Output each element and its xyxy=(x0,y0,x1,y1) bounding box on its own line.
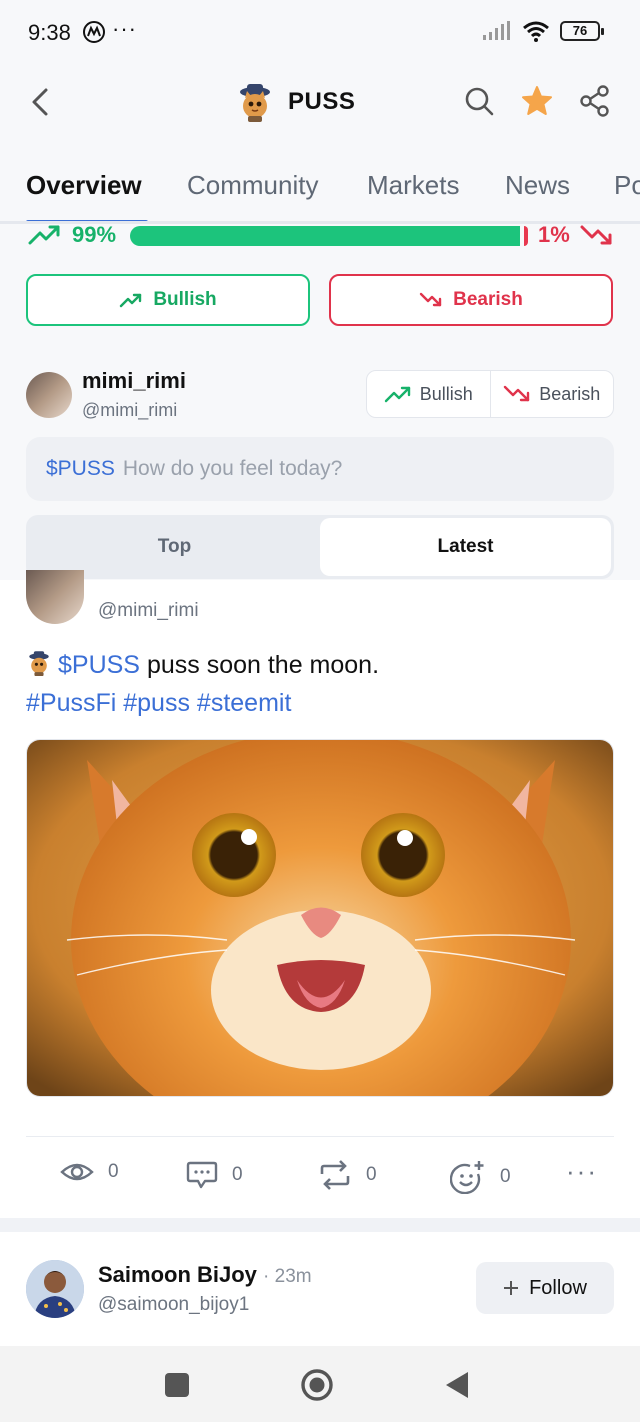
follow-label: Follow xyxy=(529,1276,587,1299)
post-composer-input[interactable]: $PUSS How do you feel today? xyxy=(26,437,614,501)
bearish-bar-fill xyxy=(524,226,528,246)
plus-icon xyxy=(504,1281,519,1295)
post-body: $PUSS puss soon the moon. #PussFi #puss … xyxy=(26,646,379,722)
repost-button[interactable]: 0 xyxy=(318,1160,377,1190)
seg-bullish-label: Bullish xyxy=(419,383,473,404)
recents-square-icon[interactable] xyxy=(160,1368,194,1402)
tab-news[interactable]: News xyxy=(505,170,570,201)
reposts-value: 0 xyxy=(366,1164,377,1185)
battery-indicator: 76 xyxy=(560,21,604,41)
sentiment-bearish-option[interactable]: Bearish xyxy=(489,371,614,417)
views-count: 0 xyxy=(60,1160,119,1184)
sentiment-bar: 99% 1% xyxy=(0,222,640,252)
back-triangle-icon[interactable] xyxy=(440,1368,474,1402)
trend-up-icon xyxy=(384,386,410,403)
home-circle-icon[interactable] xyxy=(300,1368,334,1402)
add-reaction-icon xyxy=(450,1161,484,1194)
follow-button[interactable]: Follow xyxy=(476,1262,614,1314)
sort-latest[interactable]: Latest xyxy=(320,518,611,576)
reactions-value: 0 xyxy=(500,1166,511,1187)
system-nav-bar xyxy=(0,1346,640,1422)
comment-icon xyxy=(186,1161,218,1189)
avatar[interactable] xyxy=(26,570,84,624)
bullish-vote-button[interactable]: Bullish xyxy=(26,274,310,326)
feed-separator xyxy=(0,1218,640,1232)
tab-overview[interactable]: Overview xyxy=(26,170,142,201)
react-button[interactable]: 0 xyxy=(450,1160,511,1194)
feed-post: @mimi_rimi $PUSS puss soon the moon. #Pu… xyxy=(0,570,640,1220)
trend-up-icon xyxy=(28,225,60,245)
app-bar: PUSS xyxy=(0,64,640,140)
avatar xyxy=(26,372,72,418)
feed-post: Saimoon BiJoy · 23m @saimoon_bijoy1 Foll… xyxy=(0,1232,640,1346)
bearish-pct-text: 1% xyxy=(538,222,570,247)
bullish-pct-text: 99% xyxy=(72,222,117,247)
search-icon[interactable] xyxy=(462,84,496,118)
bullish-vote-label: Bullish xyxy=(153,289,217,310)
post-image-kitten[interactable] xyxy=(26,739,614,1097)
trend-up-icon xyxy=(120,293,142,308)
composer-user: mimi_rimi @mimi_rimi Bullish Bearish xyxy=(26,366,614,426)
feed-sort-toggle: Top Latest xyxy=(26,515,614,579)
tab-bar: Overview Community Markets News Po xyxy=(0,140,640,224)
tab-markets[interactable]: Markets xyxy=(367,170,459,201)
bearish-vote-button[interactable]: Bearish xyxy=(329,274,613,326)
back-icon[interactable] xyxy=(26,84,56,120)
status-bar: 9:38 ··· 76 xyxy=(0,0,640,64)
wifi-icon xyxy=(523,21,549,42)
trend-down-icon xyxy=(580,225,612,245)
puss-coin-icon xyxy=(240,84,270,122)
views-value: 0 xyxy=(108,1161,119,1182)
sort-top[interactable]: Top xyxy=(29,518,320,576)
seg-bearish-label: Bearish xyxy=(539,383,601,404)
eye-icon xyxy=(60,1163,94,1181)
sentiment-bullish-option[interactable]: Bullish xyxy=(367,371,490,417)
post-author-handle[interactable]: @saimoon_bijoy1 xyxy=(98,1294,249,1316)
star-icon[interactable] xyxy=(520,84,554,118)
signal-icon xyxy=(483,21,510,40)
composer-handle: @mimi_rimi xyxy=(82,400,178,420)
divider xyxy=(26,1136,614,1137)
bullish-bar-fill xyxy=(130,226,520,246)
more-options-icon[interactable]: ··· xyxy=(566,1156,598,1187)
comment-button[interactable]: 0 xyxy=(186,1160,243,1190)
post-timestamp: · 23m xyxy=(263,1266,312,1287)
post-ticker-link[interactable]: $PUSS xyxy=(58,651,140,679)
avatar[interactable] xyxy=(26,1260,84,1318)
composer-placeholder: How do you feel today? xyxy=(122,457,343,480)
sentiment-selector: Bullish Bearish xyxy=(366,370,614,418)
trend-down-icon xyxy=(419,292,442,307)
tab-community[interactable]: Community xyxy=(187,170,318,201)
coin-title: PUSS xyxy=(236,82,355,122)
composer-ticker: $PUSS xyxy=(46,457,115,480)
trend-down-icon xyxy=(504,385,530,402)
post-author-name[interactable]: Saimoon BiJoy · 23m xyxy=(98,1262,312,1288)
puss-coin-icon xyxy=(29,651,49,676)
post-hashtags[interactable]: #PussFi #puss #steemit xyxy=(26,689,291,717)
bullish-percentage: 99% xyxy=(28,222,116,248)
author-name-text: Saimoon BiJoy xyxy=(98,1262,257,1287)
comments-value: 0 xyxy=(232,1164,243,1185)
post-actions: 0 0 0 0 ··· xyxy=(0,1152,640,1202)
repost-icon xyxy=(320,1160,350,1190)
composer-username: mimi_rimi xyxy=(82,368,186,393)
status-time: 9:38 xyxy=(28,20,71,45)
post-author-handle[interactable]: @mimi_rimi xyxy=(98,600,199,622)
kitten-illustration xyxy=(27,740,613,1096)
share-icon[interactable] xyxy=(578,84,612,118)
post-text: puss soon the moon. xyxy=(146,651,380,679)
bearish-percentage: 1% xyxy=(538,222,614,248)
bearish-vote-label: Bearish xyxy=(453,289,523,310)
tab-more[interactable]: Po xyxy=(614,170,640,201)
motorola-m-icon xyxy=(83,21,105,43)
page-title: PUSS xyxy=(288,88,356,115)
more-dots-icon: ··· xyxy=(112,16,137,41)
